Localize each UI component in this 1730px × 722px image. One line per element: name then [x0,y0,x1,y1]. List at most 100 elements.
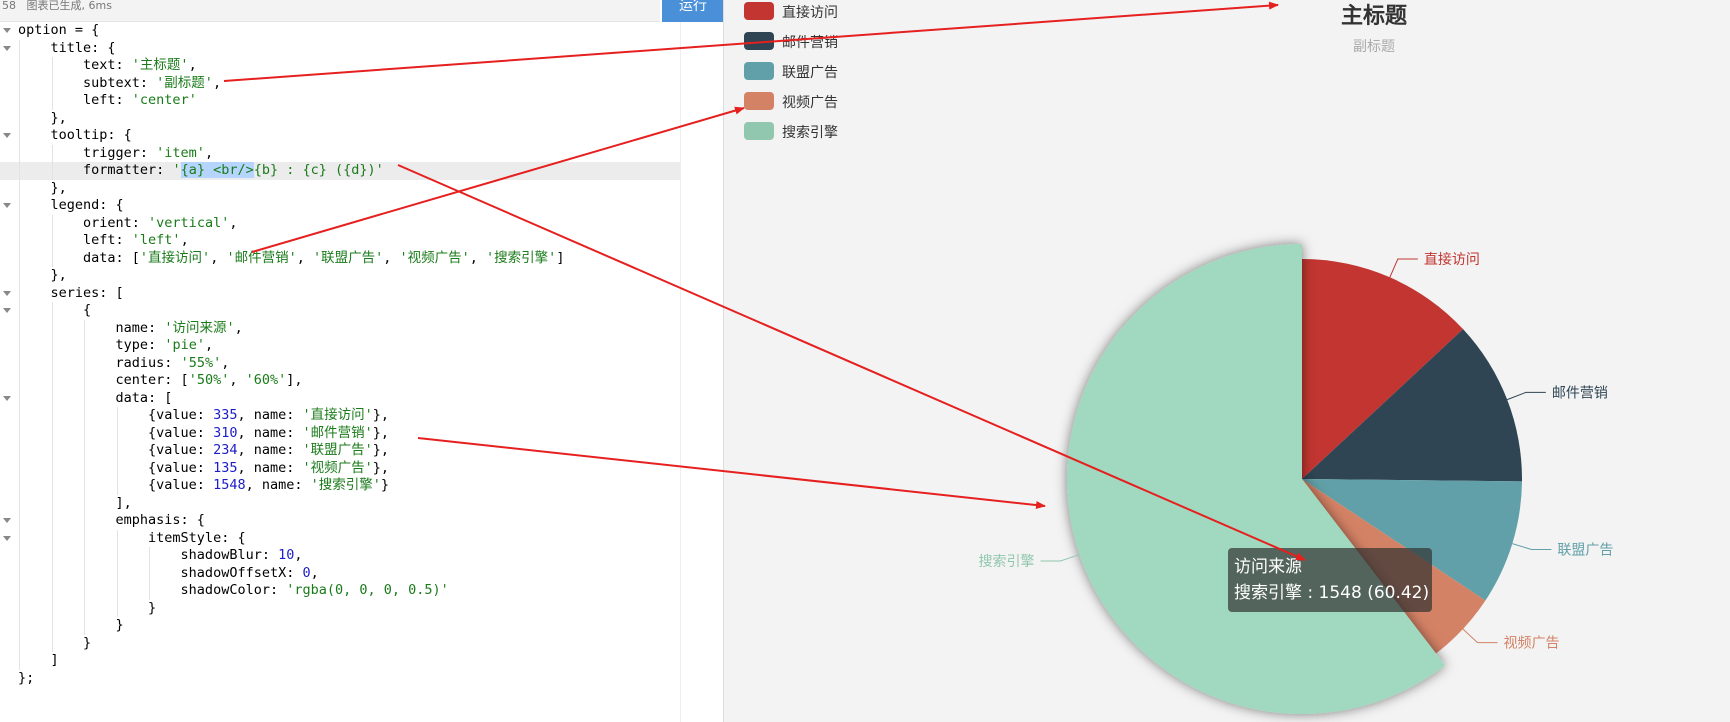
code-line[interactable]: { [0,302,680,320]
code-line[interactable]: }, [0,109,680,127]
code-token: } [18,617,124,633]
code-line[interactable]: radius: '55%', [0,354,680,373]
code-text: trigger: 'item', [18,145,213,163]
code-token: emphasis: { [18,512,205,528]
code-token: {value: [18,442,214,458]
code-text: } [18,617,124,635]
code-token: 310 [213,424,238,441]
code-line[interactable]: shadowBlur: 10, [0,547,680,565]
code-token: '副标题' [156,74,213,91]
print-margin-line [680,22,681,722]
code-line[interactable]: series: [ [0,284,680,303]
code-token: radius: [18,354,181,371]
code-line[interactable]: itemStyle: { [0,529,680,547]
code-line[interactable]: }, [0,179,680,198]
code-token: '视频广告' [302,459,373,476]
code-line[interactable]: left: 'center' [0,92,680,110]
code-token: '视频广告' [399,249,470,266]
code-line[interactable]: }; [0,670,680,688]
code-token: , [469,249,487,266]
code-token: }, [372,424,390,441]
code-editor-panel[interactable]: 58 图表已生成, 6ms 运行 option = { title: { tex… [0,0,724,722]
code-token: '60%' [245,372,287,388]
code-line[interactable]: } [0,599,680,617]
code-line[interactable]: name: '访问来源', [0,319,680,337]
code-token: , [383,249,400,266]
code-token: {value: [18,424,214,441]
code-line[interactable]: data: ['直接访问', '邮件营销', '联盟广告', '视频广告', '… [0,249,680,267]
code-line[interactable]: legend: { [0,197,680,215]
code-token: formatter: [18,162,173,178]
code-token: , [229,372,246,388]
code-text: }, [18,180,67,198]
code-line[interactable]: }, [0,267,680,285]
code-token: 'vertical' [148,214,230,231]
code-token: shadowOffsetX: [18,564,303,581]
code-line[interactable]: ] [0,652,680,670]
code-text: left: 'center' [18,92,197,110]
code-line[interactable]: subtext: '副标题', [0,74,680,92]
code-line[interactable]: {value: 310, name: '邮件营销'}, [0,424,680,443]
code-text: {value: 1548, name: '搜索引擎'} [18,477,389,495]
code-line[interactable]: text: '主标题', [0,57,680,75]
code-line[interactable]: } [0,617,680,635]
code-line[interactable]: formatter: '{a} <br/>{b} : {c} ({d})' [0,162,680,180]
code-token: , name: [237,424,303,441]
code-text: {value: 310, name: '邮件营销'}, [18,425,389,443]
code-token: } [18,599,157,616]
code-token: '邮件营销' [226,249,297,266]
code-line[interactable]: type: 'pie', [0,337,680,355]
code-line[interactable]: shadowOffsetX: 0, [0,564,680,582]
code-token: shadowColor: [18,582,287,598]
code-token: , [204,144,214,161]
code-text: radius: '55%', [18,354,230,373]
code-token: }, [18,267,67,283]
code-line[interactable]: emphasis: { [0,512,680,530]
code-line[interactable]: {value: 335, name: '直接访问'}, [0,407,680,425]
run-button[interactable]: 运行 [662,0,723,22]
code-token: '50%' [188,372,230,388]
code-line[interactable]: orient: 'vertical', [0,214,680,232]
code-token: '邮件营销' [302,424,373,441]
code-line[interactable]: {value: 135, name: '视频广告'}, [0,459,680,477]
code-line[interactable]: title: { [0,39,680,58]
code-token: data: [ [18,249,140,266]
code-token: type: [18,337,165,353]
code-text: title: { [18,40,116,58]
code-line[interactable]: {value: 234, name: '联盟广告'}, [0,442,680,460]
code-token: itemStyle: { [18,529,246,546]
code-token: title: { [18,39,116,56]
pie-label-line [1040,554,1080,562]
code-token: , [212,74,222,91]
code-token: , name: [237,459,303,476]
code-line[interactable]: trigger: 'item', [0,144,680,163]
code-token: , [229,214,238,231]
code-line[interactable]: {value: 1548, name: '搜索引擎'} [0,477,680,495]
code-line[interactable]: center: ['50%', '60%'], [0,372,680,390]
code-line[interactable]: tooltip: { [0,127,680,145]
code-line[interactable]: ], [0,494,680,512]
code-text: data: [ [18,390,173,408]
code-line[interactable]: data: [ [0,389,680,408]
code-text: series: [ [18,285,124,303]
code-line[interactable]: } [0,634,680,652]
code-line[interactable]: shadowColor: 'rgba(0, 0, 0, 0.5)' [0,582,680,600]
code-token: ' [172,162,181,178]
code-text: }, [18,267,67,285]
pie-chart[interactable]: 直接访问邮件营销联盟广告视频广告 搜索引擎 [724,0,1730,722]
code-token: , [210,249,227,266]
pie-label: 搜索引擎 [979,553,1035,570]
code-token: ], [18,494,132,511]
code-token: {value: [18,407,214,423]
code-token: 10 [278,547,295,563]
chart-preview-panel[interactable]: 直接访问 邮件营销 联盟广告 视频广告 搜索引擎 主标题 副标题 直接访问 邮件营销 联盟广… [724,0,1730,722]
chart-tooltip: 访问来源 搜索引擎 : 1548 (60.42) [1228,548,1432,612]
code-token: , name: [237,407,303,423]
code-token: '主标题' [131,57,189,73]
code-token: center: [ [18,372,189,388]
code-area[interactable]: option = { title: { text: '主标题', subtext… [0,22,680,722]
code-token: name: [18,319,165,336]
code-line[interactable]: option = { [0,22,680,40]
code-line[interactable]: left: 'left', [0,232,680,250]
code-token: 1548 [213,477,246,493]
